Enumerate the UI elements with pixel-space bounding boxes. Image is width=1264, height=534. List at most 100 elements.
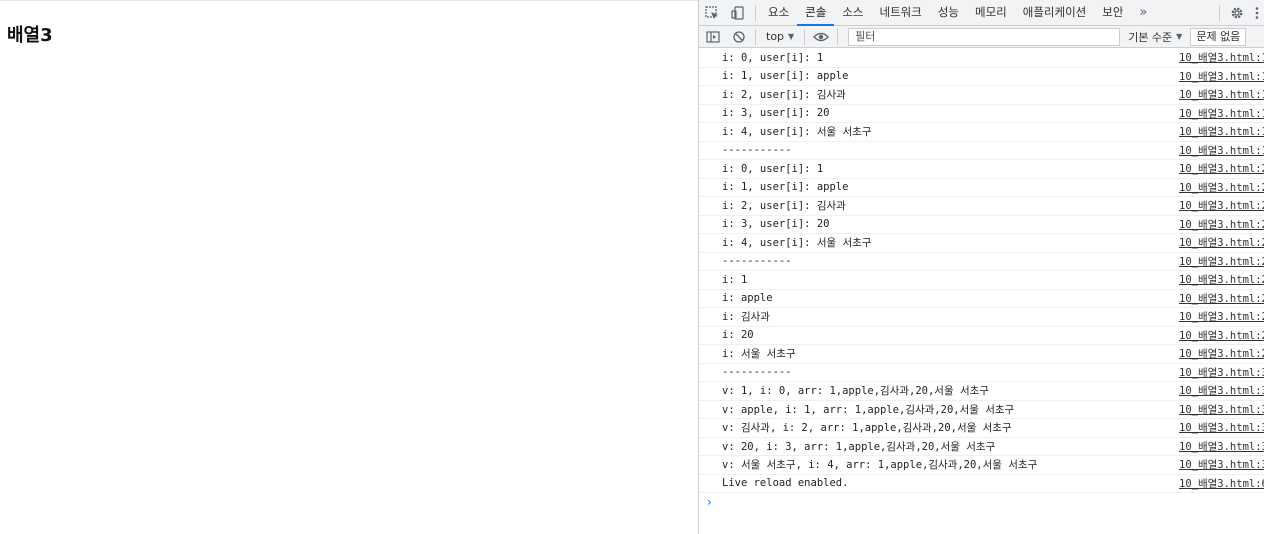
- console-message-text: i: 김사과: [722, 311, 770, 324]
- console-message-text: i: 1: [722, 273, 748, 286]
- tab-elements[interactable]: 요소: [760, 0, 797, 26]
- console-source-link[interactable]: 10_배열3.html:2: [1179, 254, 1264, 269]
- console-message-text: i: 0, user[i]: 1: [722, 51, 824, 64]
- console-message-text: i: 4, user[i]: 서울 서초구: [722, 126, 872, 139]
- tab-console[interactable]: 콘솔: [797, 0, 835, 26]
- console-source-link[interactable]: 10_배열3.html:2: [1179, 161, 1264, 176]
- console-source-link[interactable]: 10_배열3.html:6: [1179, 476, 1264, 491]
- console-message-row: i: 서울 서초구 10_배열3.html:2: [699, 345, 1264, 364]
- console-source-link[interactable]: 10_배열3.html:1: [1179, 69, 1264, 84]
- console-message-text: Live reload enabled.: [722, 477, 849, 490]
- more-tabs-button[interactable]: »: [1131, 0, 1155, 26]
- dropdown-arrow-icon: ▼: [1176, 32, 1183, 41]
- log-levels-dropdown[interactable]: 기본 수준 ▼: [1128, 29, 1182, 45]
- tab-application[interactable]: 애플리케이션: [1015, 0, 1094, 26]
- console-message-text: v: 1, i: 0, arr: 1,apple,김사과,20,서울 서초구: [722, 385, 989, 398]
- console-message-text: i: 1, user[i]: apple: [722, 70, 849, 83]
- tab-network[interactable]: 네트워크: [872, 0, 930, 26]
- console-source-link[interactable]: 10_배열3.html:2: [1179, 291, 1264, 306]
- more-options-icon[interactable]: [1250, 0, 1264, 26]
- tab-sources[interactable]: 소스: [834, 0, 871, 26]
- filter-input[interactable]: [848, 27, 1121, 46]
- console-message-row: ----------- 10_배열3.html:3: [699, 364, 1264, 382]
- console-message-row: i: 4, user[i]: 서울 서초구 10_배열3.html:1: [699, 123, 1264, 142]
- console-message-text: i: 2, user[i]: 김사과: [722, 200, 846, 213]
- console-source-link[interactable]: 10_배열3.html:2: [1179, 217, 1264, 232]
- console-source-link[interactable]: 10_배열3.html:2: [1179, 198, 1264, 213]
- console-output: i: 0, user[i]: 1 10_배열3.html:1 i: 1, user[…: [699, 49, 1264, 511]
- console-message-row: v: 1, i: 0, arr: 1,apple,김사과,20,서울 서초구 10…: [699, 382, 1264, 401]
- context-selector[interactable]: top ▼: [760, 30, 800, 43]
- console-message-text: v: 서울 서초구, i: 4, arr: 1,apple,김사과,20,서울 …: [722, 459, 1038, 472]
- console-message-row: v: 서울 서초구, i: 4, arr: 1,apple,김사과,20,서울 …: [699, 456, 1264, 475]
- live-expression-eye-icon[interactable]: [809, 26, 833, 48]
- toolbar-divider: [804, 28, 806, 45]
- console-message-text: i: 3, user[i]: 20: [722, 218, 830, 231]
- console-message-row: v: 20, i: 3, arr: 1,apple,김사과,20,서울 서초구 1…: [699, 438, 1264, 456]
- console-message-row: i: 1, user[i]: apple 10_배열3.html:2: [699, 179, 1264, 197]
- settings-gear-icon[interactable]: [1224, 0, 1250, 26]
- devtools-right-icons: [1215, 0, 1264, 26]
- console-message-row: i: 1, user[i]: apple 10_배열3.html:1: [699, 68, 1264, 86]
- console-message-text: v: apple, i: 1, arr: 1,apple,김사과,20,서울 서…: [722, 403, 1015, 416]
- console-message-row: ----------- 10_배열3.html:1: [699, 142, 1264, 160]
- console-message-text: i: 20: [722, 329, 754, 342]
- console-toolbar: top ▼ 기본 수준 ▼ 문제 없음: [699, 26, 1264, 48]
- console-message-row: i: 0, user[i]: 1 10_배열3.html:1: [699, 49, 1264, 68]
- console-source-link[interactable]: 10_배열3.html:3: [1179, 457, 1264, 472]
- inspect-element-icon[interactable]: [699, 0, 725, 26]
- console-message-row: i: apple 10_배열3.html:2: [699, 290, 1264, 308]
- console-source-link[interactable]: 10_배열3.html:1: [1179, 124, 1264, 139]
- toolbar-divider: [755, 4, 756, 21]
- device-toolbar-icon[interactable]: [725, 0, 751, 26]
- console-prompt-input[interactable]: ›: [699, 493, 1264, 511]
- console-source-link[interactable]: 10_배열3.html:2: [1179, 346, 1264, 361]
- console-source-link[interactable]: 10_배열3.html:3: [1179, 439, 1264, 454]
- console-message-row: v: 김사과, i: 2, arr: 1,apple,김사과,20,서울 서초구…: [699, 419, 1264, 438]
- console-message-text: i: 2, user[i]: 김사과: [722, 89, 846, 102]
- console-message-row: i: 0, user[i]: 1 10_배열3.html:2: [699, 160, 1264, 179]
- console-source-link[interactable]: 10_배열3.html:2: [1179, 328, 1264, 343]
- console-message-row: i: 4, user[i]: 서울 서초구 10_배열3.html:2: [699, 234, 1264, 253]
- console-message-text: i: 서울 서초구: [722, 348, 796, 361]
- console-source-link[interactable]: 10_배열3.html:1: [1179, 143, 1264, 158]
- console-message-row: Live reload enabled. 10_배열3.html:6: [699, 475, 1264, 493]
- console-message-text: i: 1, user[i]: apple: [722, 181, 849, 194]
- console-message-text: v: 김사과, i: 2, arr: 1,apple,김사과,20,서울 서초구: [722, 422, 1012, 435]
- console-message-row: i: 2, user[i]: 김사과 10_배열3.html:1: [699, 86, 1264, 105]
- console-source-link[interactable]: 10_배열3.html:3: [1179, 365, 1264, 380]
- console-source-link[interactable]: 10_배열3.html:2: [1179, 309, 1264, 324]
- context-selector-value: top: [766, 30, 785, 43]
- console-source-link[interactable]: 10_배열3.html:1: [1179, 50, 1264, 65]
- console-source-link[interactable]: 10_배열3.html:2: [1179, 272, 1264, 287]
- console-message-row: i: 3, user[i]: 20 10_배열3.html:2: [699, 216, 1264, 234]
- console-source-link[interactable]: 10_배열3.html:3: [1179, 420, 1264, 435]
- tab-memory[interactable]: 메모리: [967, 0, 1015, 26]
- console-source-link[interactable]: 10_배열3.html:3: [1179, 383, 1264, 398]
- console-source-link[interactable]: 10_배열3.html:2: [1179, 180, 1264, 195]
- console-source-link[interactable]: 10_배열3.html:2: [1179, 235, 1264, 250]
- toolbar-divider: [837, 28, 839, 45]
- web-page-viewport: 배열3: [0, 0, 698, 534]
- devtools-tabbar: 요소 콘솔 소스 네트워크 성능 메모리 애플리케이션 보안 »: [699, 0, 1264, 26]
- dropdown-arrow-icon: ▼: [788, 32, 795, 41]
- toolbar-divider: [755, 28, 756, 45]
- tab-performance[interactable]: 성능: [930, 0, 967, 26]
- console-message-text: i: 3, user[i]: 20: [722, 107, 830, 120]
- console-message-row: v: apple, i: 1, arr: 1,apple,김사과,20,서울 서…: [699, 401, 1264, 419]
- console-source-link[interactable]: 10_배열3.html:1: [1179, 106, 1264, 121]
- sidebar-toggle-icon[interactable]: [699, 26, 727, 48]
- console-message-text: i: apple: [722, 292, 773, 305]
- toolbar-divider: [1219, 4, 1220, 21]
- console-message-row: i: 1 10_배열3.html:2: [699, 271, 1264, 290]
- devtools-panel: 요소 콘솔 소스 네트워크 성능 메모리 애플리케이션 보안 » top ▼ 필…: [698, 0, 1264, 534]
- console-message-row: ----------- 10_배열3.html:2: [699, 253, 1264, 271]
- console-source-link[interactable]: 10_배열3.html:1: [1179, 87, 1264, 102]
- console-message-text: -----------: [722, 366, 792, 379]
- console-message-text: -----------: [722, 144, 792, 157]
- console-message-row: i: 20 10_배열3.html:2: [699, 327, 1264, 345]
- console-source-link[interactable]: 10_배열3.html:3: [1179, 402, 1264, 417]
- issues-button[interactable]: 문제 없음: [1190, 27, 1247, 46]
- tab-security[interactable]: 보안: [1094, 0, 1131, 26]
- clear-console-icon[interactable]: [727, 26, 751, 48]
